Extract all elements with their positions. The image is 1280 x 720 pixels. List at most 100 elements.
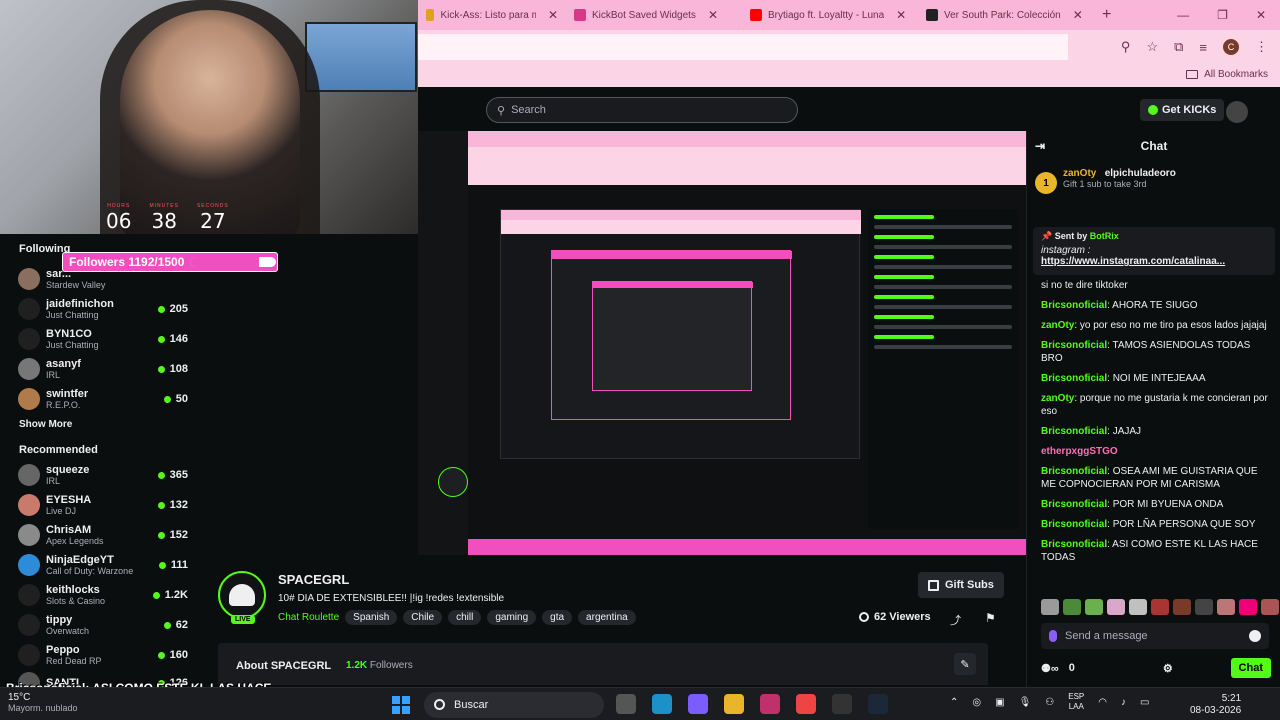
channel-avatar[interactable] bbox=[218, 571, 266, 619]
sidebar-item-following[interactable]: BYN1CO Just Chatting 146 bbox=[18, 324, 188, 354]
new-tab-button[interactable]: + bbox=[1102, 6, 1111, 24]
extensions-icon[interactable]: ⧉ bbox=[1174, 39, 1183, 55]
tag[interactable]: argentina bbox=[578, 610, 636, 625]
maximize-icon[interactable]: ❐ bbox=[1217, 8, 1228, 22]
kicks-icon[interactable]: ⚉∞ bbox=[1041, 662, 1059, 675]
close-window-icon[interactable]: ✕ bbox=[1256, 8, 1266, 22]
tag[interactable]: gaming bbox=[487, 610, 537, 625]
emote-icon[interactable] bbox=[1129, 599, 1147, 615]
sidebar-item-recommended[interactable]: Peppo Red Dead RP 160 bbox=[18, 640, 188, 670]
tag[interactable]: chill bbox=[448, 610, 482, 625]
chrome-icon[interactable] bbox=[796, 694, 816, 714]
tag[interactable]: gta bbox=[542, 610, 573, 625]
mic-tray-icon[interactable]: 🎙 bbox=[1019, 697, 1032, 708]
tag[interactable]: Chile bbox=[403, 610, 443, 625]
task-view-icon[interactable] bbox=[616, 694, 636, 714]
store-icon[interactable] bbox=[760, 694, 780, 714]
collapse-chat-icon[interactable]: ⇥ bbox=[1035, 139, 1045, 153]
media-control-icon[interactable]: ≡ bbox=[1199, 40, 1207, 55]
close-tab-icon[interactable]: ✕ bbox=[548, 8, 558, 22]
emote-icon[interactable] bbox=[1173, 599, 1191, 615]
share-icon[interactable]: ⤴ bbox=[950, 612, 961, 628]
bookmark-star-icon[interactable]: ☆ bbox=[1146, 39, 1158, 55]
profile-avatar[interactable]: C bbox=[1223, 39, 1239, 55]
more-options-icon[interactable]: ⚑ bbox=[985, 611, 996, 625]
gift-subs-button[interactable]: Gift Subs bbox=[918, 572, 1004, 598]
sidebar-item-recommended[interactable]: keithlocks Slots & Casino 1.2K bbox=[18, 580, 188, 610]
category-link[interactable]: Chat Roulette bbox=[278, 612, 339, 623]
browser-tab-3[interactable]: Ver South Park: Colección ✕ bbox=[918, 0, 1094, 30]
emote-icon[interactable] bbox=[1195, 599, 1213, 615]
emote-icon[interactable] bbox=[1217, 599, 1235, 615]
tray-app-icon[interactable]: ⚇ bbox=[1045, 697, 1054, 708]
zoom-icon[interactable]: ⚲ bbox=[1121, 39, 1131, 55]
taskbar-clock[interactable]: 5:21 08-03-2026 bbox=[1190, 693, 1241, 717]
viewer-count: 62 Viewers bbox=[859, 611, 931, 623]
sidebar-item-recommended[interactable]: EYESHA Live DJ 132 bbox=[18, 490, 188, 520]
browser-tab-2[interactable]: Brytiago ft. Loyaltty - Luna ✕ bbox=[742, 0, 918, 30]
start-button[interactable] bbox=[392, 696, 410, 714]
file-explorer-icon[interactable] bbox=[724, 694, 744, 714]
tag[interactable]: Spanish bbox=[345, 610, 398, 625]
search-input[interactable]: ⚲ Search bbox=[486, 97, 798, 123]
sidebar-item-recommended[interactable]: tippy Overwatch 62 bbox=[18, 610, 188, 640]
all-bookmarks-button[interactable]: All Bookmarks bbox=[1186, 69, 1268, 80]
volume-icon[interactable]: ♪ bbox=[1121, 697, 1126, 708]
copilot-icon[interactable] bbox=[688, 694, 708, 714]
emote-icon[interactable] bbox=[1151, 599, 1169, 615]
emote-icon[interactable] bbox=[1261, 599, 1279, 615]
close-tab-icon[interactable]: ✕ bbox=[1073, 8, 1083, 22]
stream-video-player[interactable] bbox=[418, 131, 1026, 555]
language-indicator[interactable]: ESP LAA bbox=[1068, 692, 1084, 712]
chat-username[interactable]: etherpxggSTGO bbox=[1041, 446, 1118, 457]
browser-tab-1[interactable]: KickBot Saved Widgets ✕ bbox=[566, 0, 742, 30]
chat-username[interactable]: Bricsonoficial bbox=[1041, 466, 1107, 477]
sidebar-item-following[interactable]: jaidefinichon Just Chatting 205 bbox=[18, 294, 188, 324]
steam-icon[interactable] bbox=[868, 694, 888, 714]
sidebar-item-recommended[interactable]: ChrisAM Apex Legends 152 bbox=[18, 520, 188, 550]
browser-tab-0[interactable]: Kick-Ass: Listo para machacar ✕ bbox=[418, 0, 566, 30]
channel-name[interactable]: SPACEGRL bbox=[278, 572, 349, 587]
taskbar-search[interactable]: Buscar bbox=[424, 692, 604, 718]
emote-icon[interactable] bbox=[1239, 599, 1257, 615]
pinned-link[interactable]: https://www.instagram.com/catalinaa... bbox=[1041, 256, 1267, 267]
chat-input[interactable]: Send a message bbox=[1041, 623, 1269, 649]
battery-icon[interactable]: ▭ bbox=[1140, 697, 1149, 708]
sidebar-item-recommended[interactable]: squeeze IRL 365 bbox=[18, 460, 188, 490]
tray-app-icon[interactable]: ◎ bbox=[972, 697, 981, 708]
emote-icon[interactable] bbox=[1063, 599, 1081, 615]
chat-username[interactable]: Bricsonoficial bbox=[1041, 300, 1107, 311]
send-chat-button[interactable]: Chat bbox=[1230, 658, 1271, 678]
chat-username[interactable]: Bricsonoficial bbox=[1041, 499, 1107, 510]
chat-username[interactable]: Bricsonoficial bbox=[1041, 519, 1107, 530]
chat-username[interactable]: Bricsonoficial bbox=[1041, 539, 1107, 550]
show-more-link[interactable]: Show More bbox=[19, 419, 72, 430]
sidebar-item-recommended[interactable]: NinjaEdgeYT Call of Duty: Warzone 111 bbox=[18, 550, 188, 580]
chat-username[interactable]: zanOty bbox=[1041, 393, 1074, 404]
wifi-icon[interactable]: ◠ bbox=[1098, 697, 1107, 708]
chat-username[interactable]: zanOty bbox=[1041, 320, 1074, 331]
settings-icon[interactable]: ⚙ bbox=[1163, 662, 1173, 675]
menu-icon[interactable]: ⋮ bbox=[1255, 39, 1268, 55]
user-avatar[interactable] bbox=[1226, 101, 1248, 123]
minimize-icon[interactable]: — bbox=[1177, 8, 1189, 22]
close-tab-icon[interactable]: ✕ bbox=[708, 8, 718, 22]
emote-icon[interactable] bbox=[1085, 599, 1103, 615]
edge-icon[interactable] bbox=[652, 694, 672, 714]
close-tab-icon[interactable]: ✕ bbox=[896, 8, 906, 22]
get-kicks-button[interactable]: Get KICKs bbox=[1140, 99, 1225, 121]
tray-overflow-icon[interactable]: ⌃ bbox=[950, 697, 958, 708]
sidebar-item-following[interactable]: asanyf IRL 108 bbox=[18, 354, 188, 384]
chat-username[interactable]: Bricsonoficial bbox=[1041, 340, 1107, 351]
sidebar-item-following[interactable]: swintfer R.E.P.O. 50 bbox=[18, 384, 188, 414]
address-bar[interactable] bbox=[418, 34, 1068, 60]
weather-widget[interactable]: 15°C Mayorm. nublado bbox=[8, 692, 78, 713]
emoji-icon[interactable] bbox=[1249, 630, 1261, 642]
tray-app-icon[interactable]: ▣ bbox=[995, 697, 1004, 708]
obs-icon[interactable] bbox=[832, 694, 852, 714]
chat-username[interactable]: Bricsonoficial bbox=[1041, 426, 1107, 437]
edit-about-button[interactable]: ✎ bbox=[954, 653, 976, 675]
emote-icon[interactable] bbox=[1041, 599, 1059, 615]
chat-username[interactable]: Bricsonoficial bbox=[1041, 373, 1107, 384]
emote-icon[interactable] bbox=[1107, 599, 1125, 615]
